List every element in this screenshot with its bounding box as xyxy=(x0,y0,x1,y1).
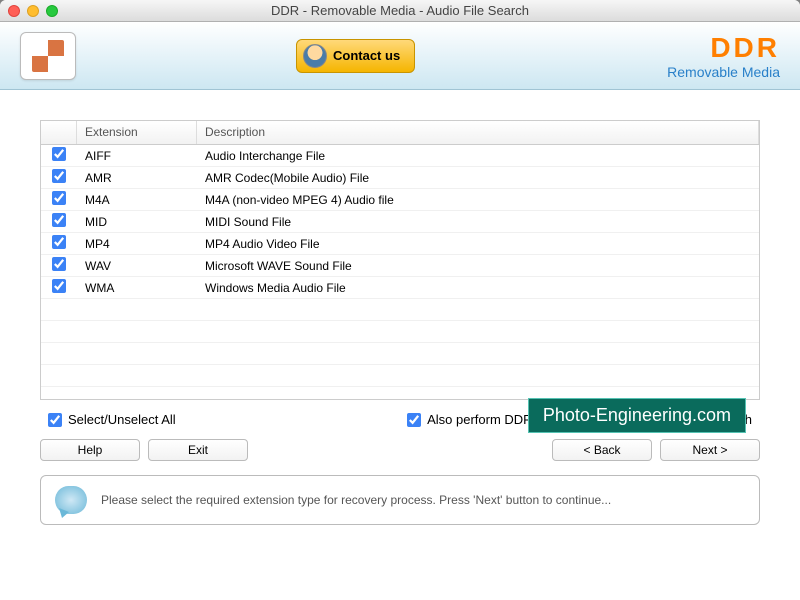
header-extension[interactable]: Extension xyxy=(77,121,197,144)
row-description: AMR Codec(Mobile Audio) File xyxy=(197,171,759,185)
contact-label: Contact us xyxy=(333,48,400,63)
row-extension: WAV xyxy=(77,259,197,273)
table-row[interactable]: MP4 MP4 Audio Video File xyxy=(41,233,759,255)
speech-bubble-icon xyxy=(55,486,87,514)
contact-icon xyxy=(303,44,327,68)
window-controls xyxy=(0,5,58,17)
row-checkbox[interactable] xyxy=(52,257,66,271)
row-extension: MID xyxy=(77,215,197,229)
table-header: Extension Description xyxy=(41,121,759,145)
row-checkbox[interactable] xyxy=(52,169,66,183)
row-extension: WMA xyxy=(77,281,197,295)
header-description[interactable]: Description xyxy=(197,121,759,144)
header-banner: Contact us DDR Removable Media xyxy=(0,22,800,90)
row-check-cell xyxy=(41,147,77,164)
row-checkbox[interactable] xyxy=(52,213,66,227)
table-row-empty xyxy=(41,299,759,321)
table-row[interactable]: WAV Microsoft WAVE Sound File xyxy=(41,255,759,277)
table-row[interactable]: WMA Windows Media Audio File xyxy=(41,277,759,299)
hint-panel: Please select the required extension typ… xyxy=(40,475,760,525)
select-all-label: Select/Unselect All xyxy=(68,412,176,427)
row-checkbox[interactable] xyxy=(52,279,66,293)
table-row-empty xyxy=(41,321,759,343)
banner-right: DDR Removable Media xyxy=(667,32,780,80)
exit-button[interactable]: Exit xyxy=(148,439,248,461)
row-check-cell xyxy=(41,235,77,252)
logo-button[interactable] xyxy=(20,32,76,80)
row-checkbox[interactable] xyxy=(52,147,66,161)
table-body: AIFF Audio Interchange File AMR AMR Code… xyxy=(41,145,759,400)
select-all-checkbox[interactable] xyxy=(48,413,62,427)
watermark: Photo-Engineering.com xyxy=(528,398,746,433)
row-extension: AMR xyxy=(77,171,197,185)
row-extension: M4A xyxy=(77,193,197,207)
table-row[interactable]: AIFF Audio Interchange File xyxy=(41,145,759,167)
app-window: DDR - Removable Media - Audio File Searc… xyxy=(0,0,800,600)
row-checkbox[interactable] xyxy=(52,235,66,249)
next-button[interactable]: Next > xyxy=(660,439,760,461)
row-check-cell xyxy=(41,213,77,230)
row-check-cell xyxy=(41,279,77,296)
brand-text: DDR xyxy=(667,32,780,64)
row-extension: MP4 xyxy=(77,237,197,251)
row-checkbox[interactable] xyxy=(52,191,66,205)
content-area: Extension Description AIFF Audio Interch… xyxy=(0,90,800,600)
titlebar: DDR - Removable Media - Audio File Searc… xyxy=(0,0,800,22)
thorough-scan-checkbox[interactable] xyxy=(407,413,421,427)
extension-table: Extension Description AIFF Audio Interch… xyxy=(40,120,760,400)
row-description: Audio Interchange File xyxy=(197,149,759,163)
back-button[interactable]: < Back xyxy=(552,439,652,461)
brand-subtitle: Removable Media xyxy=(667,64,780,80)
maximize-icon[interactable] xyxy=(46,5,58,17)
row-check-cell xyxy=(41,169,77,186)
close-icon[interactable] xyxy=(8,5,20,17)
window-title: DDR - Removable Media - Audio File Searc… xyxy=(271,3,529,18)
table-row-empty xyxy=(41,343,759,365)
row-check-cell xyxy=(41,257,77,274)
right-buttons: < Back Next > xyxy=(552,439,760,461)
row-description: Windows Media Audio File xyxy=(197,281,759,295)
table-row[interactable]: M4A M4A (non-video MPEG 4) Audio file xyxy=(41,189,759,211)
left-buttons: Help Exit xyxy=(40,439,248,461)
help-button[interactable]: Help xyxy=(40,439,140,461)
row-check-cell xyxy=(41,191,77,208)
table-row-empty xyxy=(41,365,759,387)
header-checkbox-col xyxy=(41,121,77,144)
contact-us-button[interactable]: Contact us xyxy=(296,39,415,73)
select-all-option[interactable]: Select/Unselect All xyxy=(48,412,176,427)
row-description: M4A (non-video MPEG 4) Audio file xyxy=(197,193,759,207)
table-row[interactable]: MID MIDI Sound File xyxy=(41,211,759,233)
buttons-row: Help Exit < Back Next > xyxy=(40,435,760,465)
banner-left: Contact us xyxy=(20,32,415,80)
row-description: MP4 Audio Video File xyxy=(197,237,759,251)
table-row[interactable]: AMR AMR Codec(Mobile Audio) File xyxy=(41,167,759,189)
minimize-icon[interactable] xyxy=(27,5,39,17)
row-description: Microsoft WAVE Sound File xyxy=(197,259,759,273)
row-extension: AIFF xyxy=(77,149,197,163)
row-description: MIDI Sound File xyxy=(197,215,759,229)
logo-icon xyxy=(32,40,64,72)
hint-text: Please select the required extension typ… xyxy=(101,493,745,507)
